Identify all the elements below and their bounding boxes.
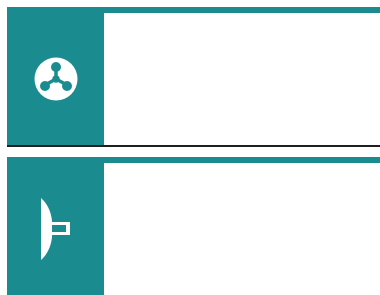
network-hub-icon — [33, 56, 79, 102]
card-content — [104, 163, 380, 295]
item-card-2[interactable] — [7, 157, 380, 295]
card-icon-tile — [7, 13, 104, 145]
item-card-1[interactable] — [7, 7, 380, 147]
signpost-flag-icon — [36, 198, 76, 260]
card-icon-tile — [7, 163, 104, 295]
card-content — [104, 13, 380, 145]
